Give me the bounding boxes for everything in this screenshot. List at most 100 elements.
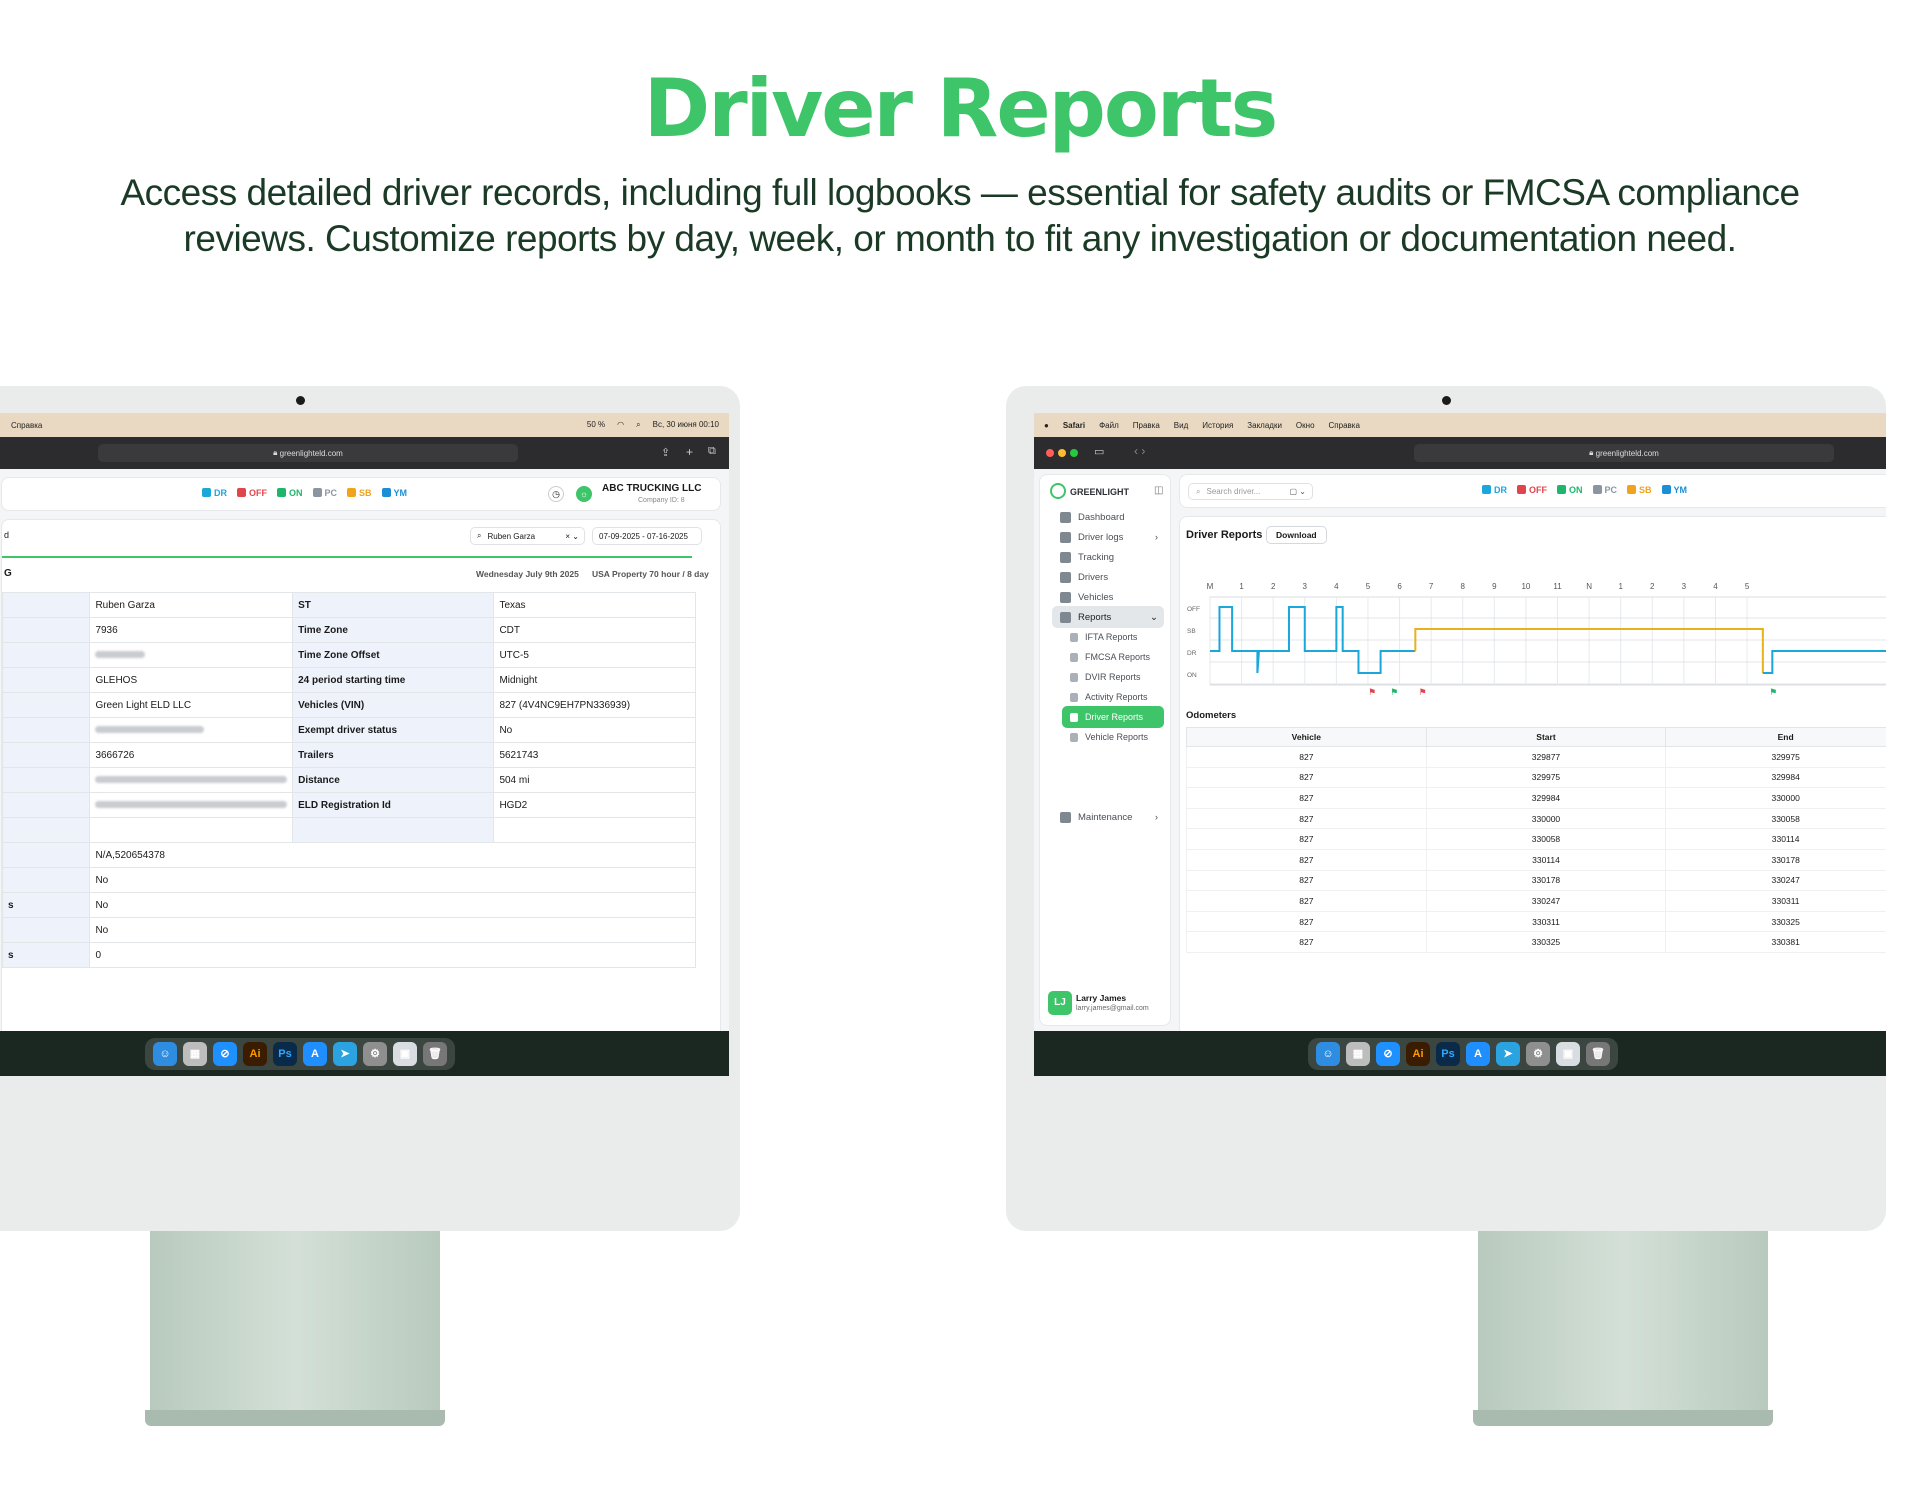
driver-select[interactable]: ⌕ Ruben Garza × ⌄	[470, 527, 585, 545]
menu-item[interactable]: Safari	[1063, 421, 1085, 430]
cell-label: ST	[292, 592, 495, 618]
launchpad-icon[interactable]: ▦	[1346, 1041, 1370, 1066]
launchpad-icon[interactable]: ▦	[183, 1041, 207, 1066]
avatar[interactable]: LJ	[1048, 991, 1072, 1015]
app-store-icon[interactable]: A	[303, 1041, 327, 1066]
chevron-icon: ⌄	[1150, 611, 1158, 623]
menu-item[interactable]: Файл	[1099, 421, 1119, 430]
menubar-datetime[interactable]: Вс, 30 июня 00:10	[653, 420, 719, 430]
finder-icon[interactable]: ☺	[1316, 1041, 1340, 1066]
table-cell: 330178	[1425, 869, 1667, 892]
sidebar-item-tracking[interactable]: Tracking	[1052, 546, 1164, 568]
tabs-icon[interactable]: ⧉	[708, 445, 716, 458]
apple-icon[interactable]: ●	[1044, 421, 1049, 430]
sidebar-item-fmcsa-reports[interactable]: FMCSA Reports	[1062, 646, 1164, 668]
sidebar-item-reports[interactable]: Reports ⌄	[1052, 606, 1164, 628]
menubar-app[interactable]: Справка	[11, 421, 42, 430]
zoom-dot[interactable]	[1070, 449, 1078, 457]
sidebar: GREENLIGHT ◫ Dashboard Driver logs › Tracki…	[1039, 474, 1171, 1026]
telegram-icon[interactable]: ➤	[333, 1041, 357, 1066]
table-row: 3666726 Trailers 5621743	[1, 742, 696, 768]
battery-icon[interactable]: 50 %	[587, 420, 605, 430]
left-monitor: Справка 50 % ◠ ⌕ Вс, 30 июня 00:10 🔒︎ gr…	[0, 386, 740, 1231]
calendar-icon[interactable]: ▢ ⌄	[1290, 487, 1306, 496]
hour-label: 1	[1239, 582, 1244, 591]
date-range-input[interactable]: 07-09-2025 - 07-16-2025	[592, 527, 702, 545]
menu-item[interactable]: Справка	[1329, 421, 1360, 430]
sidebar-item-vehicles[interactable]: Vehicles	[1052, 586, 1164, 608]
preview-icon[interactable]: ▣	[1556, 1041, 1580, 1066]
safari-icon[interactable]: ⊘	[1376, 1041, 1400, 1066]
cell-value: Texas	[493, 592, 696, 618]
url-bar[interactable]: 🔒︎ greenlighteld.com	[1414, 444, 1834, 462]
photoshop-icon[interactable]: Ps	[273, 1041, 297, 1066]
sidebar-item-driver-logs[interactable]: Driver logs ›	[1052, 526, 1164, 548]
close-dot[interactable]	[1046, 449, 1054, 457]
table-cell: 330311	[1665, 890, 1886, 912]
table-row: Distance 504 mi	[1, 767, 696, 793]
new-tab-icon[interactable]: +	[686, 445, 693, 459]
sidebar-item-activity-reports[interactable]: Activity Reports	[1062, 686, 1164, 708]
trash-icon[interactable]: 🗑︎	[1586, 1041, 1610, 1066]
hour-label: 10	[1521, 582, 1530, 591]
map-icon	[1060, 551, 1071, 563]
column-header[interactable]: End	[1665, 727, 1886, 747]
telegram-icon[interactable]: ➤	[1496, 1041, 1520, 1066]
sidebar-item-dvir-reports[interactable]: DVIR Reports	[1062, 666, 1164, 688]
sidebar-item-dashboard[interactable]: Dashboard	[1052, 506, 1164, 528]
sidebar-item-drivers[interactable]: Drivers	[1052, 566, 1164, 588]
collapse-icon[interactable]: ◫	[1154, 485, 1163, 496]
tab-fragment[interactable]: d	[4, 530, 9, 540]
table-cell: 329984	[1665, 766, 1886, 789]
table-cell: 330325	[1665, 910, 1886, 933]
table-cell: 329984	[1425, 787, 1667, 809]
download-button[interactable]: Download	[1266, 526, 1327, 544]
menu-item[interactable]: Вид	[1174, 421, 1188, 430]
sidebar-item-vehicle-reports[interactable]: Vehicle Reports	[1062, 726, 1164, 748]
menu-item[interactable]: История	[1202, 421, 1233, 430]
column-header[interactable]: Vehicle	[1186, 727, 1427, 747]
hour-label: 2	[1650, 582, 1655, 591]
status-pill-ym: YM	[381, 488, 407, 498]
sidebar-item-ifta-reports[interactable]: IFTA Reports	[1062, 626, 1164, 648]
finder-icon[interactable]: ☺	[153, 1041, 177, 1066]
cell-label: Time Zone Offset	[292, 642, 495, 668]
share-icon[interactable]: ⇪	[661, 446, 670, 459]
greenlight-logo-icon	[1050, 483, 1066, 499]
sun-icon[interactable]: ☼	[576, 486, 592, 502]
cell-label	[292, 817, 495, 843]
driver-info-table: Ruben Garza ST Texas 7936 Time Zone CDT Time Z…	[1, 592, 696, 968]
menu-item[interactable]: Правка	[1133, 421, 1160, 430]
settings-icon[interactable]: ⚙	[363, 1041, 387, 1066]
menu-item[interactable]: Окно	[1296, 421, 1315, 430]
hour-label: 4	[1334, 582, 1339, 591]
wifi-icon[interactable]: ◠	[617, 420, 624, 430]
table-row: 827 330247 330311	[1186, 890, 1886, 912]
app-store-icon[interactable]: A	[1466, 1041, 1490, 1066]
illustrator-icon[interactable]: Ai	[1406, 1041, 1430, 1066]
clock-icon[interactable]: ◷	[548, 486, 564, 502]
preview-icon[interactable]: ▣	[393, 1041, 417, 1066]
search-driver-input[interactable]: ⌕ Search driver... ▢ ⌄	[1188, 483, 1313, 500]
cell-value: Green Light ELD LLC	[89, 692, 294, 718]
table-cell: 329975	[1425, 766, 1667, 789]
cell-label: ELD Registration Id	[292, 792, 495, 818]
table-cell: 330114	[1425, 848, 1667, 871]
menu-item[interactable]: Закладки	[1247, 421, 1282, 430]
safari-icon[interactable]: ⊘	[213, 1041, 237, 1066]
illustrator-icon[interactable]: Ai	[243, 1041, 267, 1066]
search-icon[interactable]: ⌕	[636, 420, 640, 430]
sidebar-toggle-icon[interactable]: ▭	[1094, 445, 1104, 458]
sidebar-item-driver-reports[interactable]: Driver Reports	[1062, 706, 1164, 728]
photoshop-icon[interactable]: Ps	[1436, 1041, 1460, 1066]
table-row: 827 329877 329975	[1186, 746, 1886, 768]
sidebar-item-maintenance[interactable]: Maintenance ›	[1052, 806, 1164, 828]
url-bar[interactable]: 🔒︎ greenlighteld.com	[98, 444, 518, 462]
settings-icon[interactable]: ⚙	[1526, 1041, 1550, 1066]
dock: ☺ ▦ ⊘ Ai Ps A ➤ ⚙ ▣ 🗑︎	[1034, 1031, 1886, 1076]
minimize-dot[interactable]	[1058, 449, 1066, 457]
back-icon[interactable]: ‹ ›	[1134, 444, 1145, 458]
clear-icon[interactable]: × ⌄	[565, 532, 579, 541]
column-header[interactable]: Start	[1425, 727, 1667, 747]
trash-icon[interactable]: 🗑︎	[423, 1041, 447, 1066]
